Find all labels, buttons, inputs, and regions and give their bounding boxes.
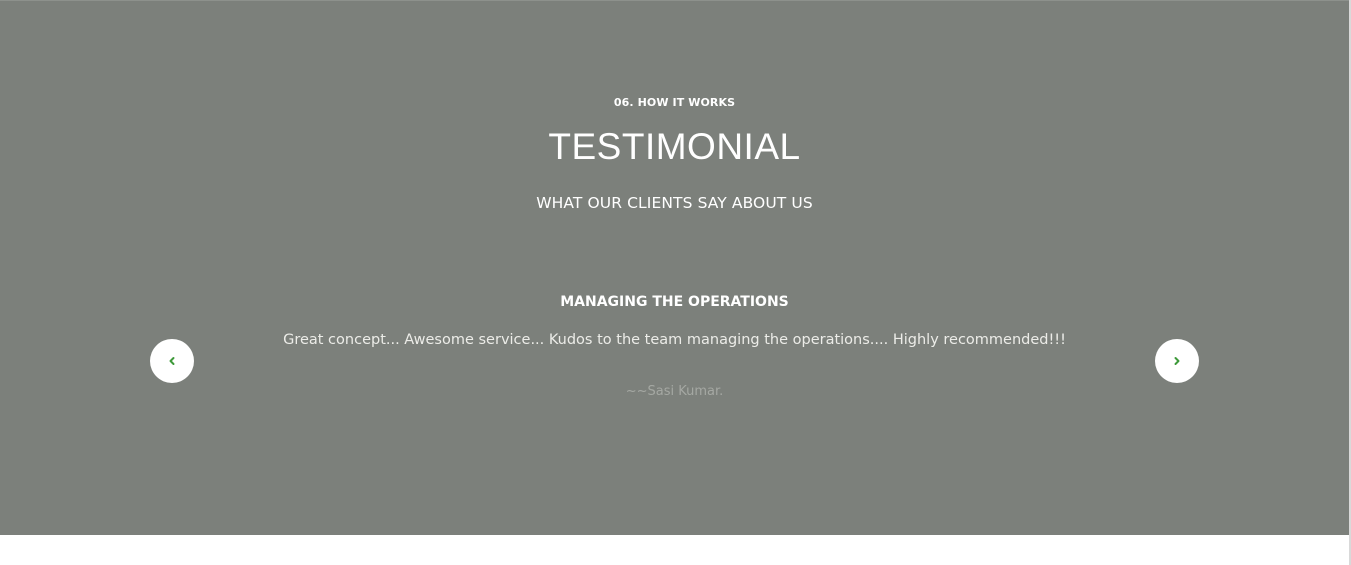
slide-heading: MANAGING THE OPERATIONS [560,294,789,310]
section-subtitle: WHAT OUR CLIENTS SAY ABOUT US [536,194,813,212]
chevron-right-icon [1172,356,1182,366]
previous-slide-button[interactable] [150,339,194,383]
chevron-left-icon [167,356,177,366]
section-eyebrow: 06. HOW IT WORKS [613,96,736,109]
testimonial-section: 06. HOW IT WORKS TESTIMONIAL WHAT OUR CL… [0,0,1349,535]
testimonial-quote: Great concept... Awesome service... Kudo… [283,332,1066,348]
testimonial-author: ~~Sasi Kumar. [625,384,724,399]
next-slide-button[interactable] [1155,339,1199,383]
section-title: TESTIMONIAL [548,126,801,167]
